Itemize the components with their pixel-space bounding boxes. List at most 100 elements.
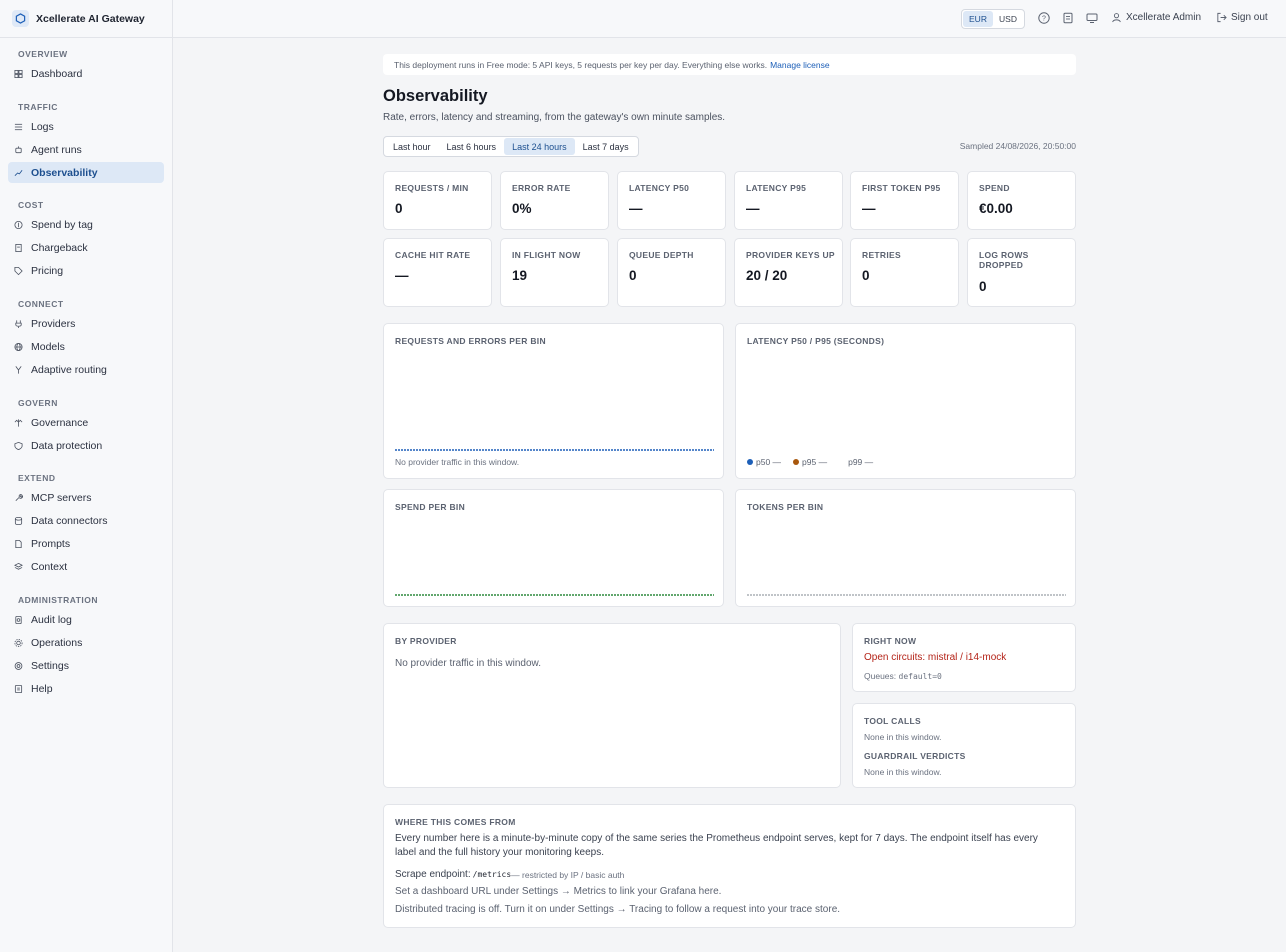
brand[interactable]: Xcellerate AI Gateway — [0, 0, 172, 38]
currency-eur-option[interactable]: EUR — [963, 11, 993, 27]
sidebar-item-models[interactable]: Models — [8, 336, 164, 357]
stat-card-error-rate: ERROR RATE 0% — [500, 171, 609, 230]
sidebar-item-governance[interactable]: Governance — [8, 412, 164, 433]
user-name: Xcellerate Admin — [1126, 12, 1202, 23]
sidebar-item-chargeback[interactable]: Chargeback — [8, 237, 164, 258]
sidebar-item-data-connectors[interactable]: Data connectors — [8, 510, 164, 531]
stat-label: IN FLIGHT NOW — [512, 250, 581, 260]
sidebar-item-label: Spend by tag — [31, 218, 93, 231]
sidebar-item-prompts[interactable]: Prompts — [8, 533, 164, 554]
stat-value: — — [746, 201, 760, 216]
requests-baseline — [395, 449, 714, 451]
database-icon — [14, 516, 23, 525]
sidebar-item-settings[interactable]: Settings — [8, 655, 164, 676]
sidebar-item-adaptive-routing[interactable]: Adaptive routing — [8, 359, 164, 380]
tool-calls-empty-message: None in this window. — [864, 732, 942, 742]
panel-title: WHERE THIS COMES FROM — [395, 817, 516, 827]
stat-card-requests-per-min: REQUESTS / MIN 0 — [383, 171, 492, 230]
routing-icon — [14, 365, 23, 374]
layers-icon — [14, 562, 23, 571]
stat-label: QUEUE DEPTH — [629, 250, 694, 260]
range-last-7-days[interactable]: Last 7 days — [575, 138, 637, 155]
nav-section-title: OVERVIEW — [18, 49, 68, 59]
stat-card-provider-keys-up: PROVIDER KEYS UP 20 / 20 — [734, 238, 843, 307]
book-icon[interactable] — [1062, 12, 1075, 25]
sidebar-item-observability[interactable]: Observability — [8, 162, 164, 183]
tokens-baseline — [747, 594, 1066, 596]
scrape-endpoint-path[interactable]: /metrics — [473, 870, 512, 879]
manage-license-link[interactable]: Manage license — [770, 60, 830, 70]
open-circuits-alert: Open circuits: mistral / i14-mock — [864, 652, 1007, 663]
sidebar-item-label: Providers — [31, 317, 76, 330]
sidebar-item-help[interactable]: Help — [8, 678, 164, 699]
user-menu[interactable]: Xcellerate Admin — [1111, 12, 1201, 23]
nav-section-title: ADMINISTRATION — [18, 595, 99, 605]
guardrail-empty-message: None in this window. — [864, 767, 942, 777]
by-provider-panel: BY PROVIDER No provider traffic in this … — [383, 623, 841, 788]
legend-p50: p50 — — [747, 457, 781, 467]
document-icon — [14, 539, 23, 548]
stat-label: RETRIES — [862, 250, 901, 260]
nav-section-title: GOVERN — [18, 398, 58, 408]
stat-value: 0 — [395, 201, 403, 216]
stat-value: 0% — [512, 201, 532, 216]
sidebar-item-label: Logs — [31, 120, 54, 133]
sidebar-item-dashboard[interactable]: Dashboard — [8, 63, 164, 84]
monitor-icon[interactable] — [1086, 12, 1099, 25]
currency-usd-option[interactable]: USD — [993, 11, 1023, 27]
sidebar-item-providers[interactable]: Providers — [8, 313, 164, 334]
sidebar-item-audit-log[interactable]: Audit log — [8, 609, 164, 630]
nav-section-title: COST — [18, 200, 44, 210]
stat-card-log-rows-dropped: LOG ROWS DROPPED 0 — [967, 238, 1076, 307]
wrench-icon — [14, 493, 23, 502]
sidebar-item-label: Settings — [31, 659, 69, 672]
range-last-6-hours[interactable]: Last 6 hours — [439, 138, 505, 155]
sampled-timestamp: Sampled 24/08/2026, 20:50:00 — [959, 141, 1076, 151]
stat-value: 0 — [862, 268, 870, 283]
stat-value: €0.00 — [979, 201, 1013, 216]
chart-icon — [14, 168, 23, 177]
sidebar-item-operations[interactable]: Operations — [8, 632, 164, 653]
range-last-hour[interactable]: Last hour — [385, 138, 439, 155]
scale-icon — [14, 418, 23, 427]
logs-icon — [14, 122, 23, 131]
settings-icon — [14, 661, 23, 670]
stat-value: — — [862, 201, 876, 216]
tool-calls-title: TOOL CALLS — [864, 716, 921, 726]
stat-label: PROVIDER KEYS UP — [746, 250, 835, 260]
stat-label: LATENCY P50 — [629, 183, 690, 193]
stat-label: LOG ROWS DROPPED — [979, 250, 1029, 270]
sidebar-item-pricing[interactable]: Pricing — [8, 260, 164, 281]
tracing-hint: Distributed tracing is off. Turn it on u… — [395, 904, 841, 915]
data-source-panel: WHERE THIS COMES FROM Every number here … — [383, 804, 1076, 928]
topbar: EUR USD ? Xcellerate Admin Sign out — [173, 0, 1286, 38]
legend-dot — [747, 459, 753, 465]
help-circle-icon[interactable]: ? — [1038, 12, 1051, 25]
queues-label: Queues: — [864, 671, 897, 681]
page-title: Observability — [383, 87, 488, 105]
stat-value: 19 — [512, 268, 528, 283]
range-last-24-hours[interactable]: Last 24 hours — [504, 138, 575, 155]
legend-label: p99 — — [848, 457, 874, 467]
sidebar-item-label: Context — [31, 560, 68, 573]
sidebar-item-spend-by-tag[interactable]: Spend by tag — [8, 214, 164, 235]
latency-chart-panel: LATENCY P50 / P95 (SECONDS) p50 — p95 — … — [735, 323, 1076, 479]
sidebar-item-label: Adaptive routing — [31, 363, 107, 376]
sidebar-item-data-protection[interactable]: Data protection — [8, 435, 164, 456]
stat-card-queue-depth: QUEUE DEPTH 0 — [617, 238, 726, 307]
sign-out-button[interactable]: Sign out — [1216, 12, 1268, 23]
sidebar-item-mcp-servers[interactable]: MCP servers — [8, 487, 164, 508]
stat-value: 0 — [629, 268, 637, 283]
currency-toggle[interactable]: EUR USD — [961, 9, 1025, 29]
chart-title: LATENCY P50 / P95 (SECONDS) — [747, 336, 885, 346]
brand-name: Xcellerate AI Gateway — [36, 12, 145, 25]
sidebar-item-context[interactable]: Context — [8, 556, 164, 577]
sidebar-item-label: Governance — [31, 416, 89, 429]
sidebar-item-logs[interactable]: Logs — [8, 116, 164, 137]
spend-baseline — [395, 594, 714, 596]
panel-title: RIGHT NOW — [864, 636, 917, 646]
stat-card-in-flight-now: IN FLIGHT NOW 19 — [500, 238, 609, 307]
time-range-selector[interactable]: Last hour Last 6 hours Last 24 hours Las… — [383, 136, 639, 157]
legend-dot — [793, 459, 800, 465]
sidebar-item-agent-runs[interactable]: Agent runs — [8, 139, 164, 160]
